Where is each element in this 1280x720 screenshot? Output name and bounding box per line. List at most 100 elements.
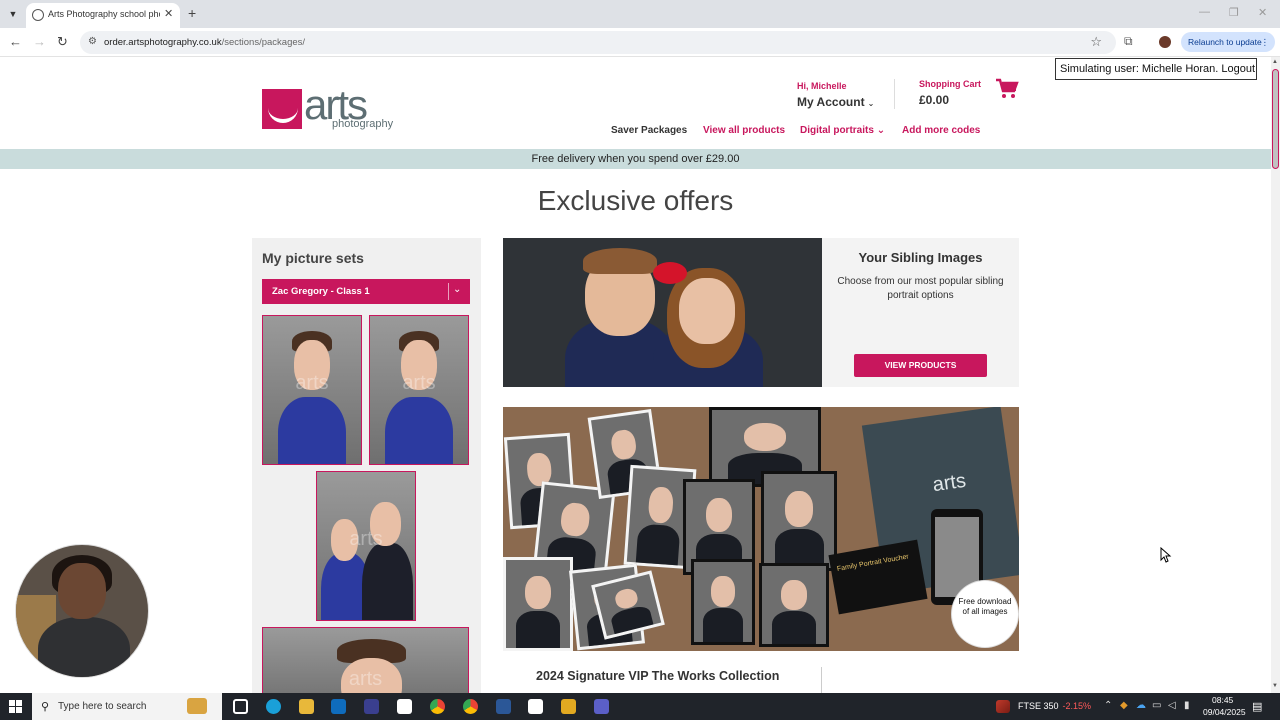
web-page: arts photography Simulating user: Michel… — [0, 57, 1271, 693]
shopping-cart-icon[interactable] — [995, 77, 1019, 101]
chevron-up-icon[interactable]: ⌃ — [1104, 700, 1112, 711]
volume-icon[interactable]: ◁ — [1168, 700, 1176, 711]
nav-digital-portraits[interactable]: Digital portraits ⌄ — [800, 125, 885, 136]
logo-mark — [262, 89, 302, 129]
globe-icon — [32, 9, 44, 21]
portrait-voucher: Family Portrait Voucher — [828, 539, 928, 615]
picture-thumbnail[interactable]: arts — [369, 315, 469, 465]
briefcase-icon — [187, 698, 207, 714]
chevron-down-icon: ⌄ — [867, 99, 875, 108]
document-icon[interactable] — [397, 699, 412, 714]
browser-tab[interactable]: Arts Photography school photo ✕ — [26, 3, 180, 28]
task-view-icon[interactable] — [233, 699, 248, 714]
edge-icon[interactable] — [266, 699, 281, 714]
logout-link[interactable]: Logout — [1221, 63, 1255, 75]
windows-taskbar: ⚲ Type here to search FTSE 350 -2.15% ⌃ ◆… — [0, 693, 1280, 720]
offer-title: 2024 Signature VIP The Works Collection — [536, 669, 780, 683]
mouse-cursor-icon — [1160, 547, 1172, 563]
tab-search-icon[interactable]: ▼ — [5, 6, 21, 22]
window-close-icon[interactable]: ✕ — [1258, 6, 1267, 19]
thumbnail-watermark: arts — [402, 372, 436, 395]
minimize-icon[interactable]: — — [1199, 6, 1210, 18]
file-explorer-icon[interactable] — [299, 699, 314, 714]
my-account-menu[interactable]: My Account ⌄ — [797, 95, 874, 109]
scroll-up-icon[interactable]: ▲ — [1272, 59, 1278, 65]
folder-text: arts — [931, 469, 968, 497]
offer-card-vip-works: arts Family Portrait Voucher Free downlo… — [503, 407, 1019, 693]
simulating-user-notice: Simulating user: Michelle Horan. Logout — [1055, 58, 1257, 80]
scroll-down-icon[interactable]: ▼ — [1272, 683, 1278, 689]
url-text[interactable]: order.artsphotography.co.uk/sections/pac… — [104, 37, 305, 48]
greeting: Hi, Michelle — [797, 81, 847, 91]
ftse-ticker[interactable]: FTSE 350 -2.15% — [1018, 701, 1091, 711]
picture-thumbnail[interactable]: arts — [262, 627, 469, 693]
7zip-icon[interactable] — [528, 699, 543, 714]
address-bar[interactable]: ⚙ order.artsphotography.co.uk/sections/p… — [80, 31, 1116, 54]
tray-app-icon[interactable]: ◆ — [1120, 700, 1128, 711]
chrome-icon[interactable] — [430, 699, 445, 714]
search-icon: ⚲ — [41, 701, 50, 713]
nav-view-all-products[interactable]: View all products — [703, 125, 785, 136]
picture-thumbnail[interactable]: arts — [316, 471, 416, 621]
arts-logo[interactable]: arts photography — [262, 81, 394, 135]
search-placeholder: Type here to search — [58, 701, 147, 712]
store-icon[interactable] — [364, 699, 379, 714]
thumbnail-watermark: arts — [349, 528, 383, 551]
bookmark-star-icon[interactable]: ☆ — [1090, 34, 1102, 50]
nav-saver-packages[interactable]: Saver Packages — [611, 125, 687, 136]
sibling-photo[interactable] — [503, 238, 822, 387]
free-delivery-banner: Free delivery when you spend over £29.00 — [0, 149, 1271, 169]
url-path: /sections/packages/ — [221, 37, 306, 48]
notifications-icon[interactable]: ▤ — [1252, 700, 1262, 713]
forward-icon[interactable]: → — [33, 34, 46, 49]
back-icon[interactable]: ← — [9, 34, 22, 49]
more-icon[interactable]: ⋮ — [1261, 32, 1270, 52]
view-products-button[interactable]: VIEW PRODUCTS — [854, 354, 987, 377]
chrome-profile-icon[interactable] — [463, 699, 478, 714]
clock-time[interactable]: 08:45 — [1212, 695, 1233, 705]
close-tab-icon[interactable]: ✕ — [164, 7, 173, 20]
windows-start-icon[interactable] — [9, 700, 22, 713]
outlook-icon[interactable] — [331, 699, 346, 714]
webcam-overlay — [15, 544, 149, 678]
account-label: My Account — [797, 95, 865, 109]
thumbnail-watermark: arts — [348, 667, 383, 690]
teams-icon[interactable] — [594, 699, 609, 714]
nav-add-more-codes[interactable]: Add more codes — [902, 125, 980, 136]
scrollbar-thumb[interactable] — [1272, 69, 1279, 169]
word-icon[interactable] — [496, 699, 511, 714]
card-divider — [821, 667, 822, 693]
microphone-icon[interactable]: ▮ — [1184, 700, 1190, 711]
new-tab-icon[interactable]: + — [188, 5, 196, 21]
ftse-label: FTSE 350 — [1018, 701, 1059, 711]
restore-icon[interactable]: ❐ — [1229, 6, 1239, 19]
vip-collection-photo[interactable]: arts Family Portrait Voucher Free downlo… — [503, 407, 1019, 651]
extensions-icon[interactable]: ⧉ — [1124, 34, 1133, 49]
taskbar-search[interactable]: ⚲ Type here to search — [32, 693, 222, 720]
browser-tab-bar: ▼ Arts Photography school photo ✕ + — ❐ … — [0, 0, 1280, 28]
stock-chart-icon[interactable] — [996, 700, 1010, 713]
picture-set-select[interactable]: Zac Gregory - Class 1 ⌄ — [262, 279, 470, 304]
cart-label[interactable]: Shopping Cart — [919, 79, 981, 89]
logo-subtext: photography — [332, 118, 394, 130]
header-divider — [894, 79, 895, 109]
star-app-icon[interactable] — [561, 699, 576, 714]
free-download-badge: Free download of all images — [955, 584, 1015, 644]
clock-date[interactable]: 09/04/2025 — [1203, 707, 1246, 717]
picture-thumbnail[interactable]: arts — [262, 315, 362, 465]
onedrive-icon[interactable]: ☁ — [1136, 700, 1146, 711]
page-scrollbar[interactable]: ▲ ▼ — [1271, 57, 1280, 693]
offer-title: Your Sibling Images — [858, 250, 983, 265]
page-title: Exclusive offers — [537, 185, 734, 216]
ftse-change: -2.15% — [1062, 701, 1092, 711]
offer-card-siblings: Your Sibling Images Choose from our most… — [503, 238, 1019, 387]
picture-sets-sidebar: My picture sets Zac Gregory - Class 1 ⌄ … — [252, 238, 481, 693]
cart-total[interactable]: £0.00 — [919, 93, 949, 107]
site-info-icon[interactable]: ⚙ — [88, 36, 97, 47]
relaunch-label: Relaunch to update — [1188, 37, 1262, 47]
network-icon[interactable]: ▭ — [1152, 700, 1161, 711]
reload-icon[interactable]: ↻ — [57, 34, 68, 50]
relaunch-button[interactable]: Relaunch to update ⋮ — [1181, 32, 1275, 52]
profile-avatar[interactable] — [1159, 36, 1171, 48]
offer-description: Choose from our most popular sibling por… — [837, 276, 1004, 301]
